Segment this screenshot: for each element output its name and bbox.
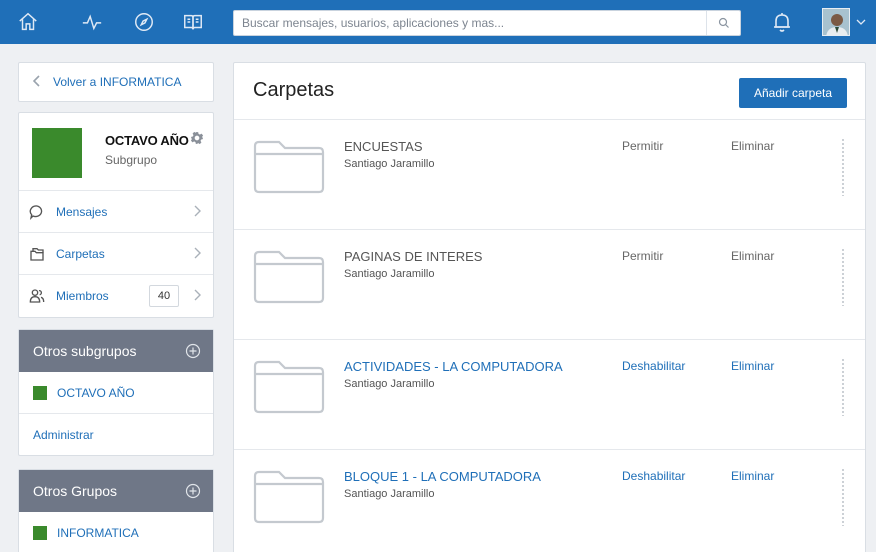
folder-name[interactable]: PAGINAS DE INTERES [344,249,482,264]
members-count-badge: 40 [149,285,179,307]
folder-row[interactable]: BLOQUE 1 - LA COMPUTADORA Santiago Jaram… [234,450,865,552]
group-type: Subgrupo [105,153,158,167]
drag-handle[interactable] [841,248,845,306]
folder-owner: Santiago Jaramillo [344,158,435,170]
chevron-right-icon [193,247,201,262]
sidebar-item-miembros[interactable]: Miembros 40 [19,275,213,317]
folder-row[interactable]: PAGINAS DE INTERES Santiago Jaramillo Pe… [234,230,865,340]
sidebar-item-label: Mensajes [56,204,108,219]
home-icon[interactable] [14,8,42,36]
group-color-square [33,526,47,540]
search-box [233,10,741,36]
other-groups-panel-title: Otros Grupos [33,483,118,499]
group-card: OCTAVO AÑO Subgrupo Mensajes Carpetas Mi… [18,112,214,318]
folder-name[interactable]: BLOQUE 1 - LA COMPUTADORA [344,469,541,484]
other-group-item[interactable]: INFORMATICA [19,512,213,552]
folders-panel: Carpetas Añadir carpeta ENCUESTAS Santia… [233,62,866,552]
subgroups-panel-header: Otros subgrupos [19,330,213,372]
subgroup-item-label: OCTAVO AÑO [57,385,135,400]
chevron-left-icon [32,74,41,90]
folder-icon [253,250,325,304]
chevron-right-icon [193,289,201,304]
other-group-item-label: INFORMATICA [57,526,139,540]
folders-header: Carpetas Añadir carpeta [234,63,865,120]
activity-icon[interactable] [78,8,106,36]
manage-subgroups-link[interactable]: Administrar [19,414,213,456]
members-icon [28,287,46,305]
bell-icon[interactable] [770,10,794,34]
back-link[interactable]: Volver a INFORMATICA [18,62,214,102]
folder-owner: Santiago Jaramillo [344,378,435,390]
folder-name[interactable]: ACTIVIDADES - LA COMPUTADORA [344,359,563,374]
compass-icon[interactable] [130,8,158,36]
delete-folder-link[interactable]: Eliminar [731,249,774,263]
subgroups-panel: Otros subgrupos OCTAVO AÑO Administrar [18,329,214,456]
folder-icon [253,470,325,524]
group-header: OCTAVO AÑO Subgrupo [19,113,213,191]
add-folder-button[interactable]: Añadir carpeta [739,78,847,108]
permission-toggle[interactable]: Permitir [622,249,663,263]
book-icon[interactable] [179,8,207,36]
manage-link-label: Administrar [33,428,94,442]
other-groups-panel: Otros Grupos INFORMATICA [18,469,214,552]
permission-toggle[interactable]: Deshabilitar [622,359,685,373]
group-color-square [33,385,47,400]
sidebar-item-mensajes[interactable]: Mensajes [19,191,213,233]
folders-icon [28,245,46,263]
sidebar-item-label: Miembros [56,289,109,303]
subgroups-panel-title: Otros subgrupos [33,343,137,359]
drag-handle[interactable] [841,138,845,196]
top-bar [0,0,876,44]
delete-folder-link[interactable]: Eliminar [731,139,774,153]
group-name: OCTAVO AÑO [105,133,189,148]
page-title: Carpetas [253,79,335,101]
subgroup-item[interactable]: OCTAVO AÑO [19,372,213,414]
delete-folder-link[interactable]: Eliminar [731,359,774,373]
folder-icon [253,140,325,194]
permission-toggle[interactable]: Deshabilitar [622,469,685,483]
sidebar-item-carpetas[interactable]: Carpetas [19,233,213,275]
chevron-down-icon[interactable] [855,16,867,28]
avatar[interactable] [822,8,850,36]
gear-icon[interactable] [190,131,204,145]
folder-row[interactable]: ACTIVIDADES - LA COMPUTADORA Santiago Ja… [234,340,865,450]
folder-row[interactable]: ENCUESTAS Santiago Jaramillo Permitir El… [234,120,865,230]
folder-owner: Santiago Jaramillo [344,488,435,500]
folder-name[interactable]: ENCUESTAS [344,139,423,154]
folder-owner: Santiago Jaramillo [344,268,435,280]
search-icon[interactable] [706,11,740,35]
chevron-right-icon [193,205,201,220]
add-circle-icon[interactable] [185,483,201,499]
add-circle-icon[interactable] [185,343,201,359]
delete-folder-link[interactable]: Eliminar [731,469,774,483]
drag-handle[interactable] [841,358,845,416]
group-thumbnail [32,128,82,178]
chat-icon [28,203,46,221]
sidebar-item-label: Carpetas [56,246,105,261]
permission-toggle[interactable]: Permitir [622,139,663,153]
folder-icon [253,360,325,414]
search-input[interactable] [234,11,704,35]
drag-handle[interactable] [841,468,845,526]
other-groups-panel-header: Otros Grupos [19,470,213,512]
back-link-label: Volver a INFORMATICA [53,75,182,89]
